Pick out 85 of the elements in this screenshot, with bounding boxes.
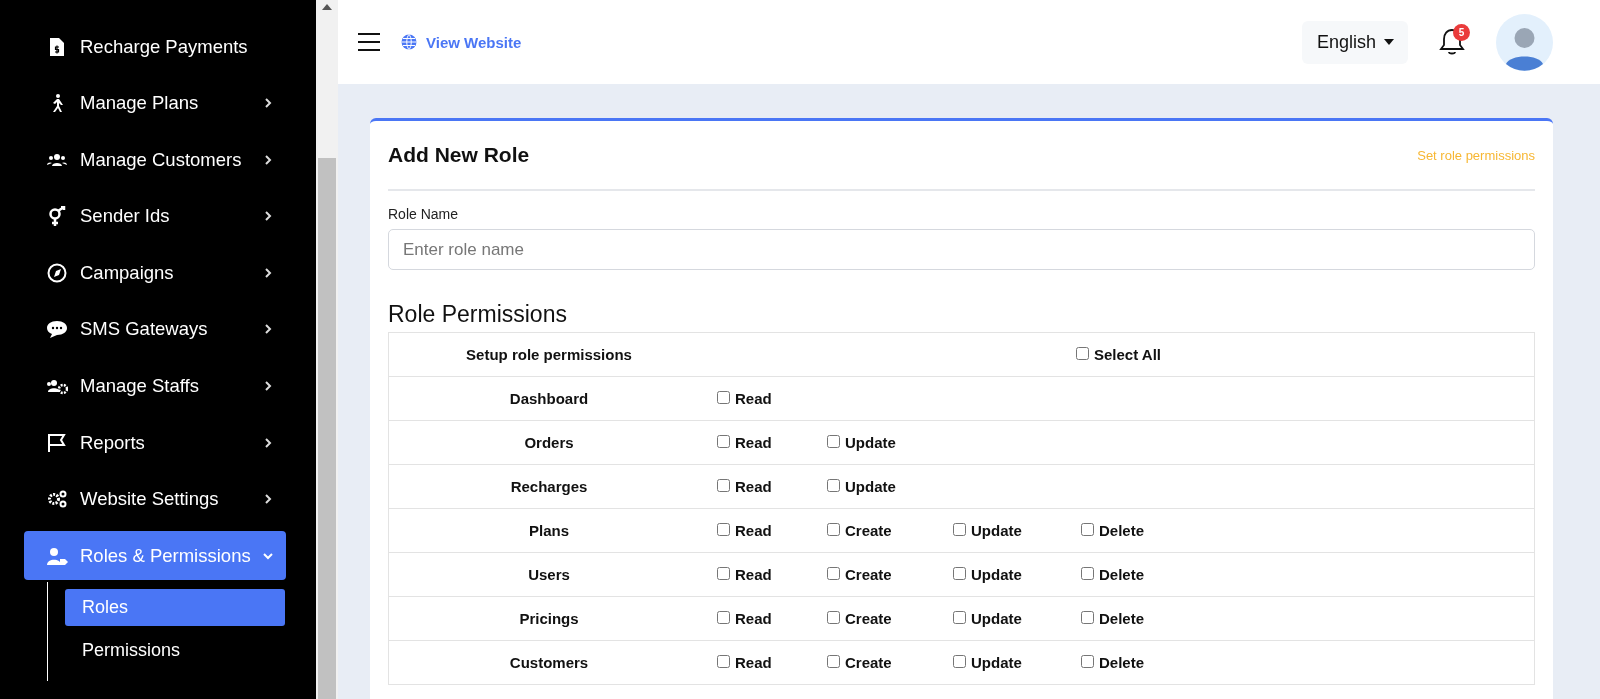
checkbox-label: Update: [971, 566, 1022, 583]
sidebar-item[interactable]: Website Settings: [24, 474, 286, 524]
checkbox[interactable]: [827, 478, 840, 492]
checkbox-label: Read: [735, 478, 772, 495]
checkbox-label: Update: [971, 610, 1022, 627]
checkbox-label: Update: [971, 522, 1022, 539]
flag-icon: [46, 432, 68, 453]
input-field[interactable]: Enter role name: [388, 229, 1535, 270]
checkbox[interactable]: [717, 434, 730, 448]
checkbox-label: Create: [845, 610, 892, 627]
sidebar-item[interactable]: Sender Ids: [24, 191, 286, 241]
checkbox[interactable]: [827, 610, 840, 624]
sidebar-item[interactable]: Campaigns: [24, 248, 286, 298]
checkbox[interactable]: [953, 522, 966, 536]
avatar-icon[interactable]: [1496, 13, 1553, 71]
sidebar-item[interactable]: Reports: [24, 418, 286, 468]
view-website-link[interactable]: View Website: [401, 33, 522, 51]
sidebar-item[interactable]: SMS Gateways: [24, 304, 286, 354]
module-name: Recharges: [509, 478, 589, 495]
checkbox-label: Delete: [1099, 566, 1145, 583]
checkbox-label: Create: [845, 566, 892, 583]
sidebar-subitem[interactable]: Roles: [65, 588, 285, 626]
checkbox[interactable]: [953, 566, 966, 580]
checkbox-label: Create: [845, 522, 892, 539]
sidebar-item[interactable]: Manage Staffs: [24, 361, 286, 411]
checkbox[interactable]: [827, 566, 840, 580]
sidebar-item[interactable]: Recharge Payments: [24, 22, 286, 71]
checkbox[interactable]: [717, 522, 730, 536]
checkbox[interactable]: [717, 478, 730, 492]
checkbox[interactable]: [953, 654, 966, 668]
checkbox[interactable]: [1076, 346, 1089, 360]
gender-symbol-icon: [46, 206, 68, 227]
globe-icon: [401, 34, 417, 50]
checkbox-label: Read: [735, 566, 772, 583]
scrollbar[interactable]: [316, 0, 338, 699]
card-title: Add New Role: [388, 143, 530, 167]
checkbox-label: Read: [735, 610, 772, 627]
checkbox-label: Read: [735, 390, 772, 407]
checkbox[interactable]: [1081, 522, 1094, 536]
checkbox[interactable]: [827, 522, 840, 536]
sidebar-item[interactable]: Roles & Permissions: [24, 531, 286, 581]
checkbox[interactable]: [953, 610, 966, 624]
checkbox-label: Delete: [1099, 654, 1145, 671]
checkbox-label: Update: [845, 434, 896, 451]
checkbox-label: Delete: [1099, 522, 1145, 539]
column-header: Setup role permissions: [465, 346, 633, 363]
checkbox[interactable]: [1081, 654, 1094, 668]
module-name: Orders: [523, 434, 575, 451]
section-title: Role Permissions: [388, 301, 567, 328]
checkbox-label: Read: [735, 522, 772, 539]
checkbox-label: Select All: [1094, 346, 1161, 363]
hint-text: Set role permissions: [1417, 147, 1535, 163]
checkbox[interactable]: [717, 654, 730, 668]
checkbox-label: Delete: [1099, 610, 1145, 627]
sms-bubble-icon: [46, 319, 68, 340]
checkbox-label: Update: [971, 654, 1022, 671]
checkbox-label: Create: [845, 654, 892, 671]
sidebar-item[interactable]: Manage Customers: [24, 135, 286, 185]
checkbox[interactable]: [717, 566, 730, 580]
checkbox-label: Read: [735, 434, 772, 451]
language-dropdown[interactable]: English: [1301, 20, 1408, 64]
compass-icon: [46, 262, 68, 283]
field-label: Role Name: [388, 206, 459, 222]
scroll-up-arrow-icon[interactable]: [322, 4, 332, 10]
checkbox[interactable]: [717, 610, 730, 624]
checkbox[interactable]: [717, 390, 730, 404]
checkbox[interactable]: [827, 434, 840, 448]
module-name: Users: [527, 566, 571, 583]
checkbox[interactable]: [827, 654, 840, 668]
notification-badge: 5: [1453, 24, 1470, 41]
module-name: Dashboard: [508, 390, 590, 407]
caret-icon: [1384, 39, 1394, 45]
module-name: Pricings: [518, 610, 580, 627]
checkbox-label: Update: [845, 478, 896, 495]
sidebar-item[interactable]: Manage Plans: [24, 78, 286, 128]
checkbox[interactable]: [1081, 610, 1094, 624]
menu-icon[interactable]: [358, 33, 380, 51]
module-name: Plans: [528, 522, 570, 539]
module-name: Customers: [508, 654, 590, 671]
checkbox[interactable]: [1081, 566, 1094, 580]
sidebar-subitem[interactable]: Permissions: [65, 631, 285, 669]
user-tag-icon: [46, 545, 68, 566]
checkbox-label: Read: [735, 654, 772, 671]
bell-icon[interactable]: [1439, 28, 1465, 56]
gears-icon: [46, 489, 68, 510]
